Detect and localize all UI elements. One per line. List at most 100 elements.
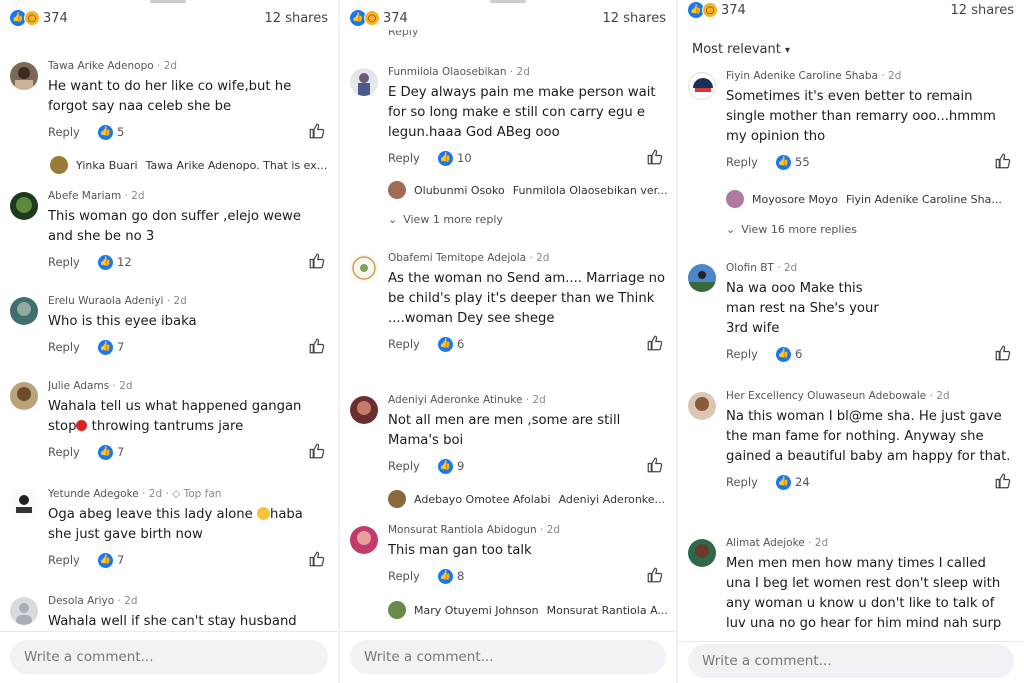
reply-button[interactable]: Reply [388, 337, 438, 351]
reply-preview[interactable]: Mary Otuyemi Johnson Monsurat Rantiola A… [388, 601, 668, 619]
avatar[interactable] [688, 264, 716, 292]
commenter-name[interactable]: Funmilola Olaosebikan [388, 66, 507, 78]
comment: Her Excellency Oluwaseun Adebowale · 2d … [688, 390, 1014, 493]
like-count: 7 [117, 340, 125, 354]
reply-author: Olubunmi Osoko [414, 183, 505, 197]
like-count-icon: 👍 [438, 336, 453, 352]
reply-preview[interactable]: Adebayo Omotee Afolabi Adeniyi Aderonke.… [388, 490, 668, 508]
avatar[interactable] [688, 72, 716, 100]
like-thumb-icon[interactable] [646, 334, 664, 352]
like-thumb-icon[interactable] [308, 442, 326, 460]
shares-count[interactable]: 12 shares [603, 11, 666, 26]
comment: Obafemi Temitope Adejola · 2d As the wom… [350, 252, 666, 355]
reply-button[interactable]: Reply [388, 569, 438, 583]
reply-button[interactable]: Reply [726, 475, 776, 489]
avatar [50, 156, 68, 174]
comment-text: Who is this eyee ibaka [48, 314, 197, 329]
avatar[interactable] [10, 597, 38, 625]
avatar[interactable] [688, 392, 716, 420]
reaction-summary-bar: 👍 ○ 374 12 shares [350, 8, 666, 28]
shares-count[interactable]: 12 shares [951, 3, 1014, 18]
reactions[interactable]: 👍 ○ 374 [688, 2, 746, 18]
comments-panel-2: 👍 ○ 374 12 shares Reply Funmilola Olaose… [340, 0, 676, 683]
reply-button[interactable]: Reply [48, 255, 98, 269]
like-thumb-icon[interactable] [646, 456, 664, 474]
commenter-name[interactable]: Olofin BT [726, 262, 774, 274]
like-thumb-icon[interactable] [646, 566, 664, 584]
like-thumb-icon[interactable] [308, 337, 326, 355]
drag-handle[interactable] [150, 0, 186, 3]
like-thumb-icon[interactable] [994, 152, 1012, 170]
commenter-name[interactable]: Tawa Arike Adenopo [48, 60, 154, 72]
reply-preview[interactable]: Olubunmi Osoko Funmilola Olaosebikan ver… [388, 181, 668, 199]
reply-button[interactable]: Reply [48, 125, 98, 139]
comment-time: 2d [163, 60, 178, 72]
reply-button[interactable]: Reply [388, 30, 418, 38]
reply-preview[interactable]: Moyosore Moyo Fiyin Adenike Caroline Sha… [726, 190, 1016, 208]
commenter-name[interactable]: Fiyin Adenike Caroline Shaba [726, 70, 878, 82]
commenter-name[interactable]: Obafemi Temitope Adejola [388, 252, 526, 264]
avatar[interactable] [10, 297, 38, 325]
reactions[interactable]: 👍 ○ 374 [10, 10, 68, 26]
drag-handle[interactable] [490, 0, 526, 3]
like-count-icon: 👍 [438, 568, 453, 584]
like-count: 6 [457, 337, 465, 351]
commenter-name[interactable]: Her Excellency Oluwaseun Adebowale [726, 390, 926, 402]
avatar[interactable] [10, 382, 38, 410]
view-more-replies[interactable]: ⌄ View 1 more reply [388, 213, 503, 226]
commenter-name[interactable]: Abefe Mariam [48, 190, 121, 202]
commenter-name[interactable]: Desola Ariyo [48, 595, 114, 607]
reply-button[interactable]: Reply [726, 155, 776, 169]
like-thumb-icon[interactable] [308, 252, 326, 270]
comment-text: Sometimes it's even better to remain sin… [726, 89, 996, 144]
write-comment-input[interactable]: Write a comment... [350, 640, 666, 674]
comment-time: 2d [131, 190, 145, 202]
commenter-name[interactable]: Monsurat Rantiola Abidogun [388, 524, 537, 536]
like-thumb-icon[interactable] [308, 550, 326, 568]
reply-button[interactable]: Reply [48, 553, 98, 567]
reaction-summary-bar: 👍 ○ 374 12 shares [688, 0, 1014, 20]
avatar[interactable] [350, 254, 378, 282]
reply-button[interactable]: Reply [388, 151, 438, 165]
reply-button[interactable]: Reply [48, 340, 98, 354]
comment-time: 2d [783, 262, 798, 274]
sort-dropdown[interactable]: Most relevant ▾ [692, 42, 790, 57]
comment: Monsurat Rantiola Abidogun · 2d This man… [350, 524, 666, 587]
shares-count[interactable]: 12 shares [265, 11, 328, 26]
commenter-name[interactable]: Erelu Wuraola Adeniyi [48, 295, 163, 307]
write-comment-input[interactable]: Write a comment... [10, 640, 328, 674]
avatar[interactable] [688, 539, 716, 567]
avatar[interactable] [350, 68, 378, 96]
avatar[interactable] [10, 490, 38, 518]
like-thumb-icon[interactable] [994, 472, 1012, 490]
reactions[interactable]: 👍 ○ 374 [350, 10, 408, 26]
reply-text: Adeniyi Aderonke... [558, 492, 666, 506]
reaction-summary-bar: 👍 ○ 374 12 shares [10, 8, 328, 28]
avatar[interactable] [350, 396, 378, 424]
like-thumb-icon[interactable] [646, 148, 664, 166]
commenter-name[interactable]: Alimat Adejoke [726, 537, 805, 549]
write-comment-input[interactable]: Write a comment... [688, 644, 1014, 678]
avatar[interactable] [10, 192, 38, 220]
avatar[interactable] [10, 62, 38, 90]
reply-button[interactable]: Reply [48, 445, 98, 459]
commenter-name[interactable]: Julie Adams [48, 380, 109, 392]
avatar[interactable] [350, 526, 378, 554]
reply-button[interactable]: Reply [726, 347, 776, 361]
like-thumb-icon[interactable] [308, 122, 326, 140]
like-count: 9 [457, 459, 465, 473]
wow-reaction-icon: ○ [24, 10, 40, 26]
comment: Adeniyi Aderonke Atinuke · 2d Not all me… [350, 394, 666, 477]
reply-preview[interactable]: Yinka Buari Tawa Arike Adenopo. That is … [50, 156, 330, 174]
reply-text: Fiyin Adenike Caroline Sha... [845, 192, 1002, 206]
reply-button[interactable]: Reply [388, 459, 438, 473]
reply-author: Adebayo Omotee Afolabi [414, 492, 551, 506]
commenter-name[interactable]: Adeniyi Aderonke Atinuke [388, 394, 522, 406]
commenter-name[interactable]: Yetunde Adegoke [48, 488, 139, 500]
grimace-emoji-icon [256, 507, 270, 520]
like-count-icon: 👍 [776, 154, 791, 170]
like-count-icon: 👍 [438, 458, 453, 474]
view-more-replies[interactable]: ⌄ View 16 more replies [726, 223, 857, 236]
comment: Tawa Arike Adenopo · 2d He want to do he… [10, 60, 328, 143]
like-thumb-icon[interactable] [994, 344, 1012, 362]
